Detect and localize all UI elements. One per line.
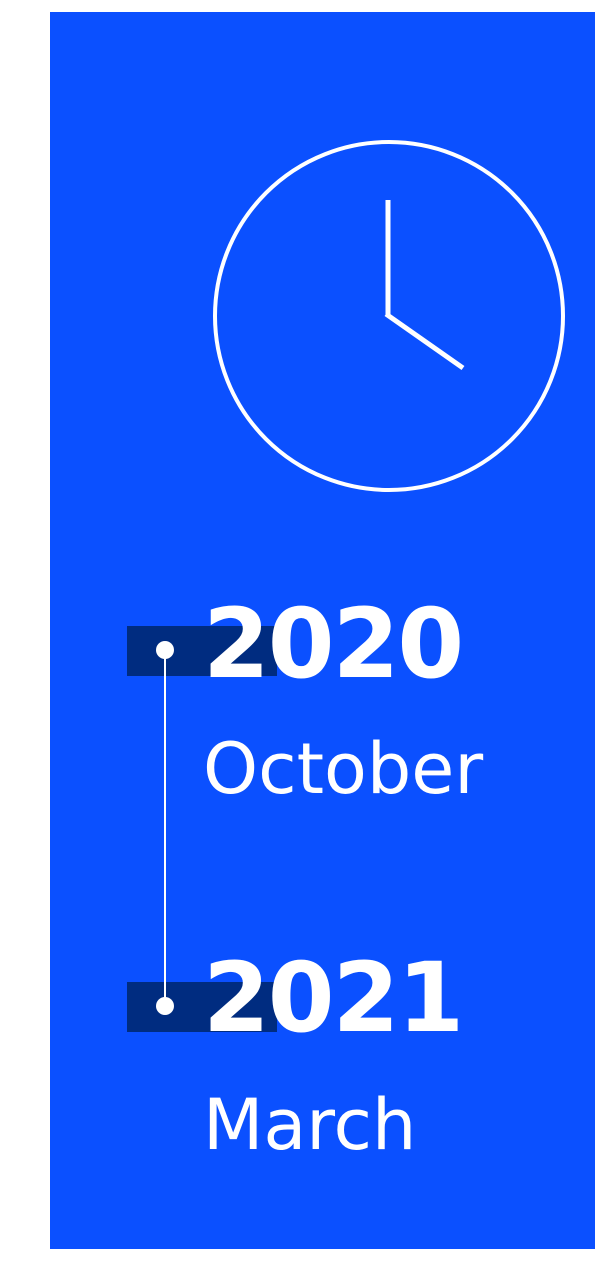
- timeline-dot-2021: [156, 997, 174, 1015]
- timeline-month-october: October: [203, 728, 484, 810]
- timeline-dot-2020: [156, 641, 174, 659]
- timeline-year-2021: 2021: [203, 942, 464, 1054]
- clock-icon: [213, 140, 565, 492]
- timeline-connector: [164, 650, 166, 1006]
- timeline-year-2020: 2020: [203, 588, 464, 700]
- timeline-month-march: March: [203, 1084, 417, 1166]
